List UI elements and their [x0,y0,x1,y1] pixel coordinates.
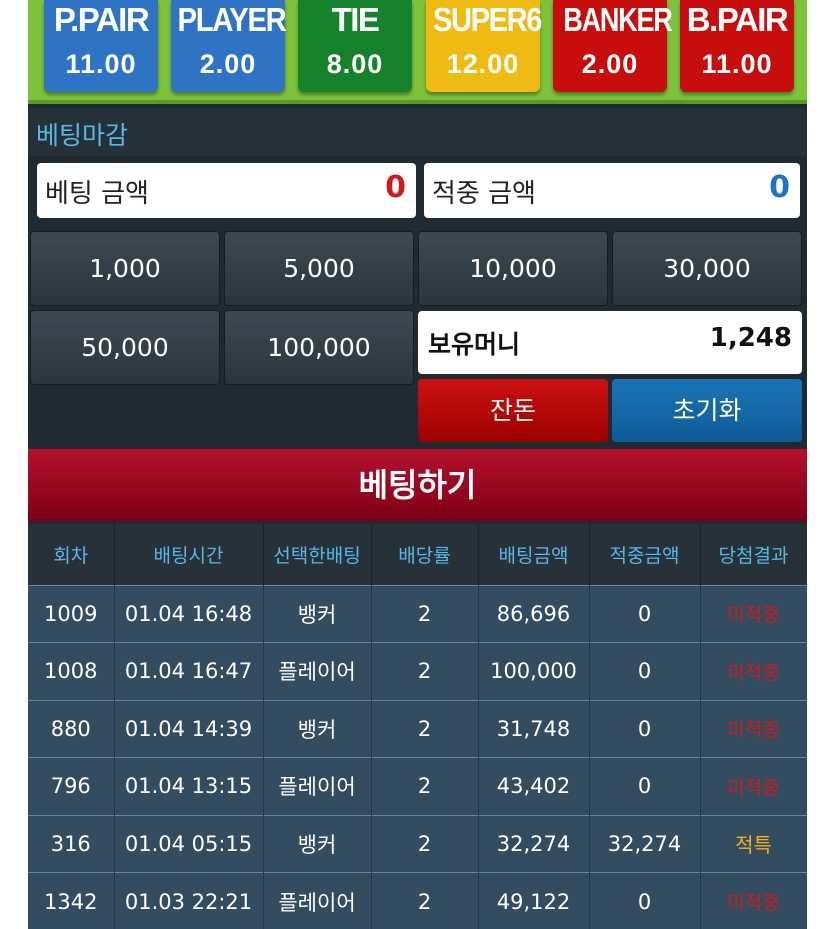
cell-odds: 2 [371,584,479,643]
bet-option-banker[interactable]: BANKER 2.00 [553,0,673,92]
table-row: 880 01.04 14:39 뱅커 2 31,748 0 미적중 [28,699,807,758]
cell-time: 01.04 05:15 [114,814,264,873]
cell-odds: 2 [371,872,479,929]
cell-round: 1342 [28,872,115,929]
win-amount-value: 0 [769,170,790,205]
balance-value: 1,248 [709,323,792,353]
column-header-odds: 배당률 [371,524,479,585]
betting-status-bar: 베팅마감 [28,108,807,156]
cell-result: 미적중 [700,584,807,643]
cell-win-amount: 0 [589,757,701,815]
cell-win-amount: 0 [589,642,701,700]
balance-label: 보유머니 [428,330,521,359]
bet-option-odds: 8.00 [326,49,384,79]
bet-amount-box: 베팅 금액 0 [37,163,416,218]
cell-pick: 플레이어 [263,757,372,815]
column-header-win: 적중금액 [589,524,701,585]
cell-round: 1009 [28,584,115,643]
bet-option-odds: 11.00 [65,49,137,79]
balance-box: 보유머니 1,248 [418,311,802,374]
cell-win-amount: 32,274 [589,814,701,873]
bet-option-tie[interactable]: TIE 8.00 [298,0,412,92]
cell-pick: 뱅커 [263,699,372,758]
bet-option-name: BANKER [563,1,672,38]
cell-time: 01.03 22:21 [114,872,264,929]
cell-round: 880 [28,699,115,758]
cell-result: 미적중 [700,872,807,929]
cell-odds: 2 [371,642,479,700]
cell-pick: 뱅커 [263,584,372,643]
table-row: 1008 01.04 16:47 플레이어 2 100,000 0 미적중 [28,642,807,700]
bet-option-super6[interactable]: SUPER6 12.00 [426,0,542,92]
table-row: 1009 01.04 16:48 뱅커 2 86,696 0 미적중 [28,584,807,643]
bet-option-name: B.PAIR [686,1,789,38]
bet-option-name: SUPER6 [432,1,542,38]
table-header-row: 회차 배팅시간 선택한배팅 배당률 배팅금액 적중금액 당첨결과 [28,524,807,585]
betting-panel: P.PAIR 11.00 PLAYER 2.00 TIE 8.00 SUPER6… [28,0,807,929]
cell-time: 01.04 14:39 [114,699,264,758]
cell-time: 01.04 16:47 [114,642,264,700]
bet-option-name: PLAYER [177,1,287,38]
cell-win-amount: 0 [589,872,701,929]
bet-option-player[interactable]: PLAYER 2.00 [171,0,287,92]
cell-result: 미적중 [700,642,807,700]
chip-100000-button[interactable]: 100,000 [224,310,414,385]
bet-option-odds: 2.00 [581,49,639,79]
bet-option-strip: P.PAIR 11.00 PLAYER 2.00 TIE 8.00 SUPER6… [28,0,807,104]
bet-option-odds: 2.00 [199,49,257,79]
cell-result: 적특 [700,814,807,873]
win-amount-label: 적중 금액 [432,179,536,209]
cell-pick: 플레이어 [263,872,372,929]
cell-pick: 플레이어 [263,642,372,700]
chip-30000-button[interactable]: 30,000 [612,231,802,306]
column-header-result: 당첨결과 [700,524,807,585]
win-amount-box: 적중 금액 0 [424,163,800,218]
cell-win-amount: 0 [589,584,701,643]
bet-amount-label: 베팅 금액 [45,179,149,209]
cell-bet-amount: 100,000 [478,642,590,700]
table-row: 316 01.04 05:15 뱅커 2 32,274 32,274 적특 [28,814,807,873]
cell-win-amount: 0 [589,699,701,758]
chip-5000-button[interactable]: 5,000 [224,231,414,306]
column-header-pick: 선택한배팅 [263,524,372,585]
bet-amount-value: 0 [385,170,406,205]
cell-bet-amount: 43,402 [478,757,590,815]
cell-odds: 2 [371,757,479,815]
change-button[interactable]: 잔돈 [418,379,608,442]
bet-option-name: TIE [331,1,380,38]
chip-1000-button[interactable]: 1,000 [30,231,220,306]
reset-button[interactable]: 초기화 [612,379,802,442]
bet-option-name: P.PAIR [53,1,150,38]
cell-odds: 2 [371,699,479,758]
cell-time: 01.04 13:15 [114,757,264,815]
chip-50000-button[interactable]: 50,000 [30,310,220,385]
cell-time: 01.04 16:48 [114,584,264,643]
cell-result: 미적중 [700,757,807,815]
cell-round: 796 [28,757,115,815]
chip-10000-button[interactable]: 10,000 [418,231,608,306]
cell-bet-amount: 49,122 [478,872,590,929]
bet-option-odds: 11.00 [701,49,773,79]
cell-bet-amount: 86,696 [478,584,590,643]
betting-status-text: 베팅마감 [36,121,129,150]
cell-odds: 2 [371,814,479,873]
bet-option-ppair[interactable]: P.PAIR 11.00 [44,0,158,92]
bet-option-bpair[interactable]: B.PAIR 11.00 [680,0,794,92]
bet-history-table: 회차 배팅시간 선택한배팅 배당률 배팅금액 적중금액 당첨결과 1009 01… [28,524,807,929]
cell-round: 1008 [28,642,115,700]
cell-pick: 뱅커 [263,814,372,873]
column-header-time: 배팅시간 [114,524,264,585]
cell-round: 316 [28,814,115,873]
cell-bet-amount: 31,748 [478,699,590,758]
table-row: 796 01.04 13:15 플레이어 2 43,402 0 미적중 [28,757,807,815]
cell-bet-amount: 32,274 [478,814,590,873]
table-row: 1342 01.03 22:21 플레이어 2 49,122 0 미적중 [28,872,807,929]
place-bet-button[interactable]: 베팅하기 [28,449,807,521]
bet-option-odds: 12.00 [446,49,520,79]
column-header-round: 회차 [28,524,115,585]
cell-result: 미적중 [700,699,807,758]
column-header-bet: 배팅금액 [478,524,590,585]
